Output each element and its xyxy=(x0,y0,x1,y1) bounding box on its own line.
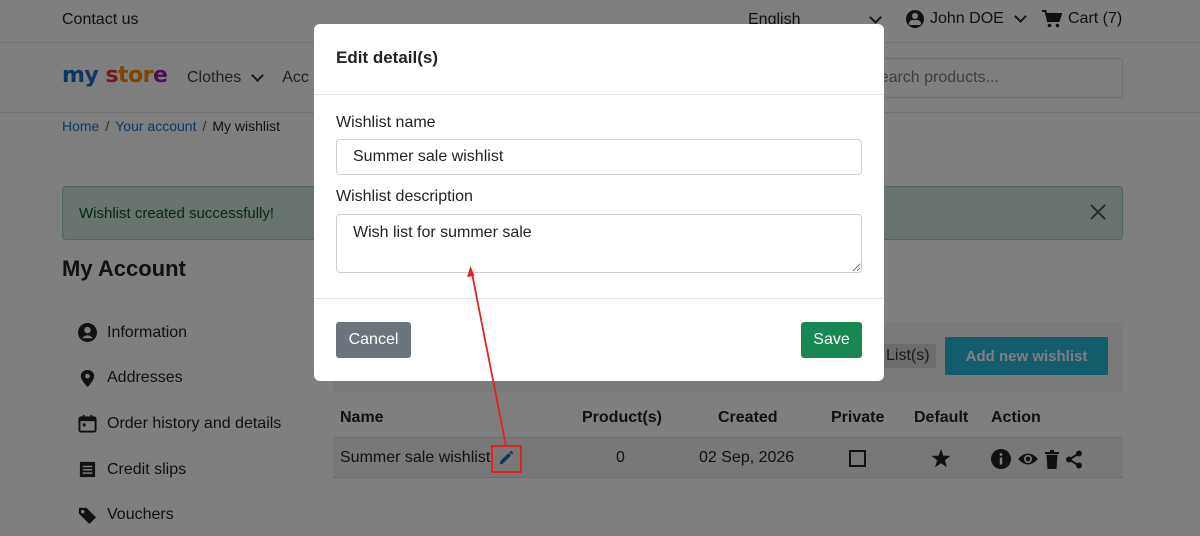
wishlist-name-input[interactable] xyxy=(336,139,862,175)
annotation-highlight-box xyxy=(491,445,522,473)
save-button[interactable]: Save xyxy=(801,322,862,358)
wishlist-description-label: Wishlist description xyxy=(336,188,473,205)
dialog-divider xyxy=(314,298,884,299)
dialog-divider xyxy=(314,94,884,95)
dialog-title: Edit detail(s) xyxy=(336,48,439,67)
wishlist-description-textarea[interactable]: Wish list for summer sale xyxy=(336,214,862,273)
edit-details-dialog: Edit detail(s) Wishlist name Wishlist de… xyxy=(314,24,884,381)
cancel-button[interactable]: Cancel xyxy=(336,322,411,358)
wishlist-name-label: Wishlist name xyxy=(336,114,436,131)
